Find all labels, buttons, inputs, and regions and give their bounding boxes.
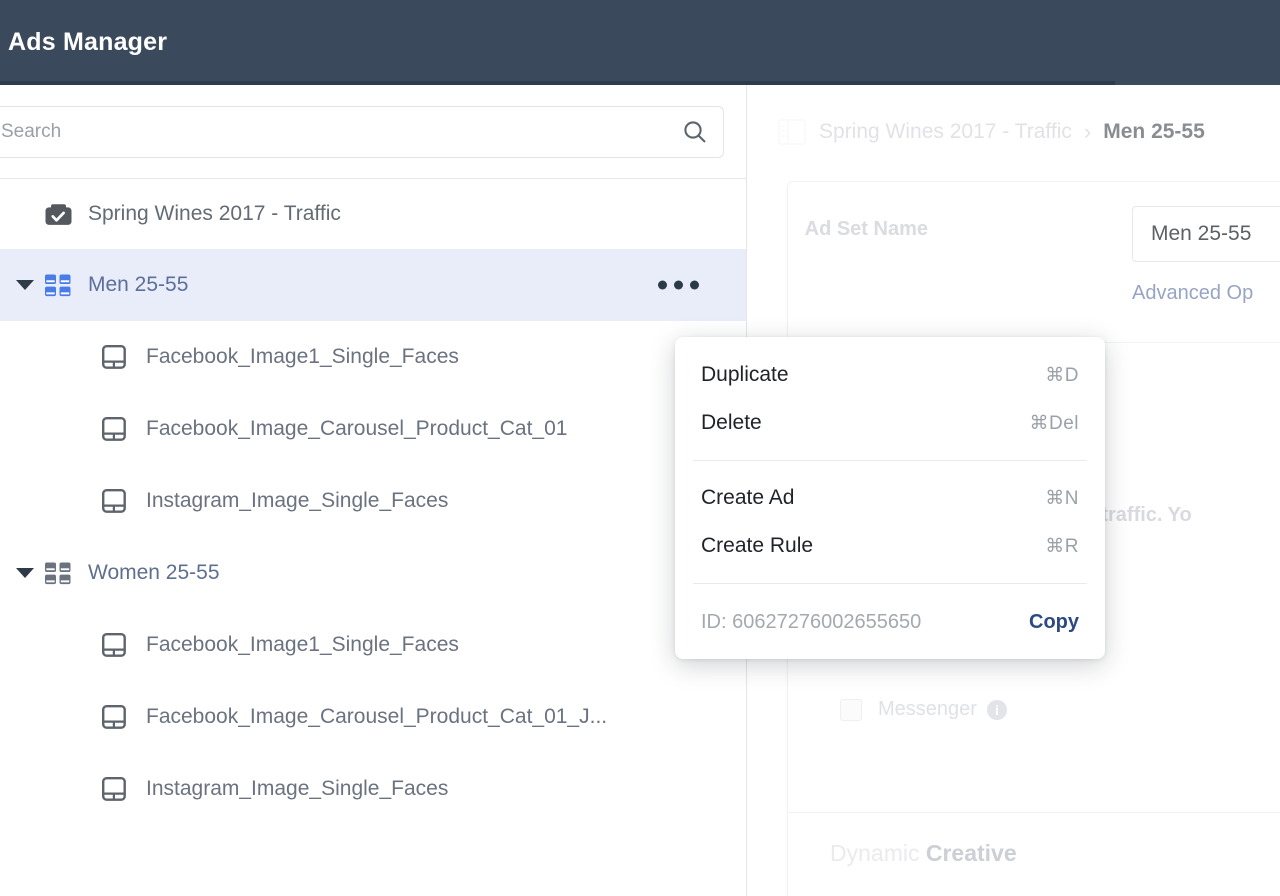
ad-set-name-label: Ad Set Name: [804, 218, 928, 240]
copy-id-button[interactable]: Copy: [1029, 611, 1079, 634]
breadcrumb-parent[interactable]: Spring Wines 2017 - Traffic: [819, 120, 1072, 144]
menu-item-shortcut: ⌘Del: [1029, 412, 1079, 434]
menu-item-shortcut: ⌘D: [1045, 364, 1079, 386]
search-icon[interactable]: [667, 119, 723, 145]
search-box[interactable]: [0, 106, 724, 158]
dynamic-creative-heading-light: Dynamic: [830, 840, 926, 866]
adset-label-men: Men 25-55: [88, 273, 189, 296]
ad-card-icon: [100, 487, 146, 515]
info-icon[interactable]: i: [986, 699, 1007, 720]
menu-item-label: Create Ad: [701, 486, 795, 509]
messenger-checkbox[interactable]: [840, 698, 862, 721]
adset-grid-icon: [42, 270, 88, 300]
ad-label: Instagram_Image_Single_Faces: [146, 777, 449, 800]
breadcrumb: Spring Wines 2017 - Traffic › Men 25-55: [747, 85, 1280, 179]
ad-card-icon: [100, 631, 146, 659]
context-menu-item-duplicate[interactable]: Duplicate ⌘D: [675, 351, 1105, 399]
tree-row-ad[interactable]: Facebook_Image_Carousel_Product_Cat_01_J…: [0, 681, 747, 753]
adset-grid-icon: [42, 558, 88, 588]
advanced-options-link[interactable]: Advanced Op: [1132, 282, 1253, 305]
menu-divider: [693, 583, 1087, 584]
ad-label: Facebook_Image1_Single_Faces: [146, 345, 459, 368]
tree-row-ad[interactable]: Instagram_Image_Single_Faces: [0, 753, 747, 825]
menu-item-label: Duplicate: [701, 363, 789, 386]
breadcrumb-current: Men 25-55: [1103, 120, 1205, 143]
campaign-briefcase-check-icon: [42, 199, 88, 229]
search-input[interactable]: [0, 121, 667, 143]
panel-toggle-icon[interactable]: [765, 116, 819, 148]
card-divider: [788, 812, 1280, 813]
adset-more-options-button[interactable]: [652, 275, 705, 296]
messenger-option-row[interactable]: Messenger i: [840, 698, 1007, 721]
campaign-tree: Spring Wines 2017 - Traffic Men 25-55 Fa…: [0, 179, 747, 825]
app-header: Ads Manager: [0, 0, 1280, 85]
tree-row-ad[interactable]: Facebook_Image1_Single_Faces: [0, 321, 747, 393]
context-menu-id-row: ID: 60627276002655650 Copy: [675, 597, 1105, 647]
ad-card-icon: [100, 415, 146, 443]
ad-card-icon: [100, 703, 146, 731]
tree-row-ad[interactable]: Facebook_Image1_Single_Faces: [0, 609, 747, 681]
context-menu-item-create-rule[interactable]: Create Rule ⌘R: [675, 522, 1105, 570]
left-navigation-panel: Spring Wines 2017 - Traffic: [0, 85, 747, 896]
search-row: [0, 85, 747, 179]
dynamic-creative-heading-bold: Creative: [925, 840, 1017, 866]
ad-label: Instagram_Image_Single_Faces: [146, 489, 449, 512]
context-menu-item-delete[interactable]: Delete ⌘Del: [675, 399, 1105, 447]
tree-row-ad[interactable]: Instagram_Image_Single_Faces: [0, 465, 747, 537]
tree-row-ad[interactable]: Facebook_Image_Carousel_Product_Cat_01: [0, 393, 747, 465]
menu-divider: [693, 460, 1087, 461]
ad-card-icon: [100, 775, 146, 803]
breadcrumb-chevron-icon: ›: [1083, 119, 1092, 144]
menu-item-label: Create Rule: [701, 534, 814, 557]
ad-label: Facebook_Image1_Single_Faces: [146, 633, 459, 656]
app-title: Ads Manager: [8, 28, 168, 56]
adset-label-women: Women 25-55: [88, 561, 220, 584]
ad-card-icon: [100, 343, 146, 371]
ad-set-name-field-row: Ad Set Name: [747, 218, 928, 241]
ad-label: Facebook_Image_Carousel_Product_Cat_01: [146, 417, 568, 440]
ad-set-name-value: Men 25-55: [1151, 222, 1252, 245]
dynamic-creative-heading: Dynamic Creative: [830, 840, 1017, 867]
context-menu-item-create-ad[interactable]: Create Ad ⌘N: [675, 474, 1105, 522]
messenger-label: Messenger: [878, 698, 977, 720]
tree-row-adset-women[interactable]: Women 25-55: [0, 537, 747, 609]
adset-id-text: ID: 60627276002655650: [701, 610, 922, 633]
context-menu: Duplicate ⌘D Delete ⌘Del Create Ad ⌘N Cr…: [675, 337, 1105, 659]
ad-set-name-input[interactable]: Men 25-55: [1132, 206, 1280, 262]
menu-item-shortcut: ⌘N: [1045, 487, 1079, 509]
expand-caret-women-icon[interactable]: [8, 568, 42, 578]
campaign-label: Spring Wines 2017 - Traffic: [88, 202, 341, 225]
menu-item-label: Delete: [701, 411, 762, 434]
menu-item-shortcut: ⌘R: [1045, 535, 1079, 557]
app-root: Ads Manager Search Spring Wines 2017 - T…: [0, 0, 1280, 896]
ad-label: Facebook_Image_Carousel_Product_Cat_01_J…: [146, 705, 608, 728]
expand-caret-men-icon[interactable]: [8, 280, 42, 290]
tree-row-adset-men[interactable]: Men 25-55: [0, 249, 747, 321]
tree-row-campaign[interactable]: Spring Wines 2017 - Traffic: [0, 179, 747, 249]
